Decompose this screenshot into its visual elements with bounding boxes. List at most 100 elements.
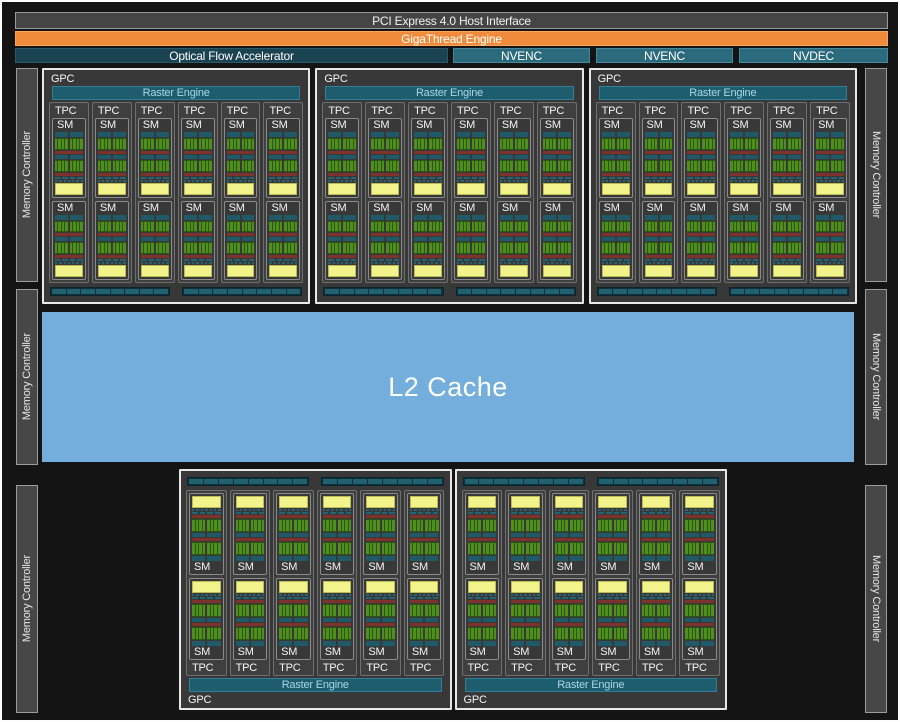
sm-scheduler-bar [235,533,265,537]
sm-scheduler-bar [687,154,716,159]
tpc-label: TPC [183,105,206,117]
media-engine-label: Optical Flow Accelerator [169,48,294,63]
sm-internal-units [140,132,169,195]
tpc-block: TPC SM SM [635,490,677,676]
sm-internal-units [322,581,352,646]
raster-engine-label: Raster Engine [142,87,210,99]
sm-ldst-row [554,597,584,599]
tpc-label: TPC [641,662,664,674]
gpc-label: GPC [51,73,75,85]
raster-engine-bar: Raster Engine [325,86,574,100]
sm-tensor-bar [183,233,212,237]
sm-scheduler-bar [499,237,528,242]
media-engine-box: NVENC [596,48,733,63]
sm-label: SM [324,561,341,573]
sm-l1-cache-block [773,265,802,277]
sm-core-array [685,627,714,640]
sm-core-array [554,627,584,640]
sm-tex-row [511,594,540,596]
sm-core-array [235,627,265,640]
sm-tensor-bar [279,623,308,626]
sm-tensor-bar [730,150,759,154]
sm-core-array [55,159,83,172]
sm-core-array [140,138,169,150]
sm-core-array [816,242,845,254]
sm-tex-row [322,509,352,511]
sm-tensor-bar [644,255,673,258]
sm-scheduler-bar [97,154,126,159]
sm-scheduler-bar [542,132,571,137]
sm-core-array [641,627,671,640]
tpc-label: TPC [322,662,345,674]
sm-internal-units [730,132,759,195]
sm-label: SM [469,561,486,573]
sm-ldst-row [192,597,221,599]
sm-internal-units [499,132,528,195]
sm-stack: SM SM [137,118,172,280]
sm-block: SM [325,118,360,198]
sm-l1-cache-block [97,182,126,195]
sm-ldst-row [499,259,528,261]
sm-tensor-bar [192,515,221,518]
sm-label: SM [185,201,202,214]
sm-tex-row [371,262,400,264]
sm-block: SM [454,200,488,280]
sm-core-array [183,159,212,172]
sm-internal-units [226,132,255,195]
sm-l1-cache-block [192,581,221,593]
sm-scheduler-bar [140,132,169,137]
sm-core-array [816,220,845,233]
sm-core-array [366,519,395,532]
sm-scheduler-bar [269,237,298,242]
sm-scheduler-bar [55,132,83,137]
sm-label: SM [271,201,288,214]
tpc-block: TPC SM SM [595,102,636,283]
sm-core-array [685,519,714,532]
sm-block: SM [770,200,805,280]
tpc-label: TPC [685,662,707,674]
rop-bar [187,477,310,486]
sm-internal-units [366,496,395,561]
sm-tex-row [773,179,802,182]
sm-tex-row [644,179,673,182]
sm-ldst-row [409,512,439,514]
memory-controller-bar: Memory Controller [865,68,887,282]
sm-l1-cache-block [542,265,571,277]
memory-controller-bar: Memory Controller [16,485,38,713]
sm-block: SM [223,200,258,280]
sm-tensor-bar [687,172,716,176]
sm-l1-cache-block [641,496,671,508]
sm-l1-cache-block [226,182,255,195]
sm-core-array [235,519,265,532]
sm-scheduler-bar [816,214,845,220]
sm-label: SM [281,561,298,573]
gpc-block: GPC Raster Engine TPC SM SM TPC SM SM TP… [454,469,727,710]
sm-scheduler-bar [226,237,255,242]
sm-core-array [414,138,443,150]
rop-bar [728,287,849,296]
sm-scheduler-bar [644,214,673,220]
sm-internal-units [644,214,673,277]
sm-core-array [97,220,126,233]
sm-core-array [773,138,802,150]
media-engine-box: Optical Flow Accelerator [15,48,448,63]
tpc-block: TPC SM SM [49,102,89,283]
sm-tensor-bar [409,515,439,518]
sm-internal-units [601,132,630,195]
sm-block: SM [813,200,847,280]
sm-tensor-bar [322,623,352,626]
sm-ldst-row [269,176,298,179]
sm-tensor-bar [226,233,255,237]
sm-stack: SM SM [813,118,847,280]
sm-ldst-row [685,597,714,599]
sm-tensor-bar [499,255,528,258]
sm-scheduler-bar [414,154,443,159]
tpc-block: TPC SM SM [638,102,679,283]
sm-scheduler-bar [328,154,357,159]
sm-label: SM [228,119,245,131]
sm-tex-row [328,179,357,182]
tpc-label: TPC [226,105,249,117]
sm-tex-row [644,262,673,264]
sm-label: SM [194,561,211,573]
sm-tensor-bar [511,515,540,518]
